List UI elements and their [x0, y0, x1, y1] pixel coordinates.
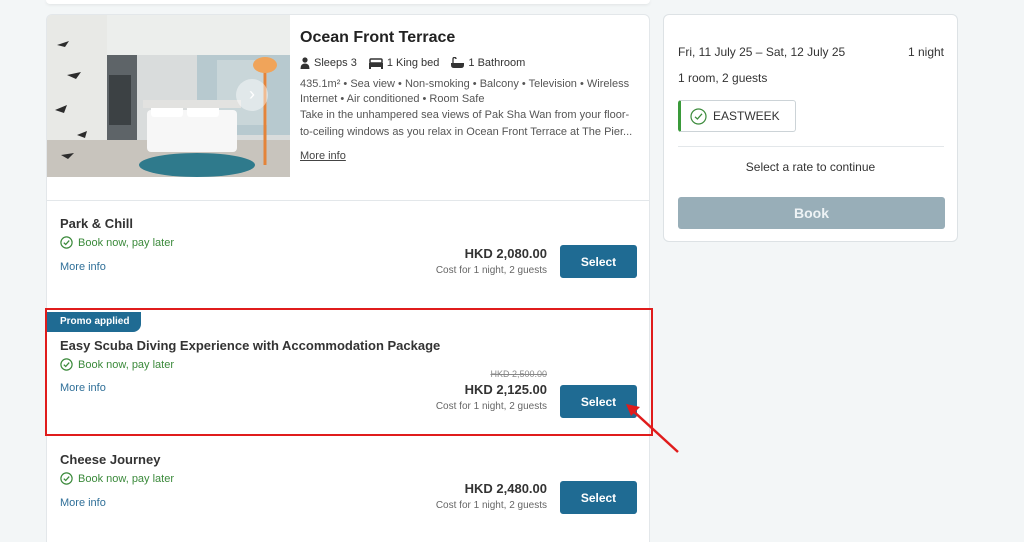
room-header: › Ocean Front Terrace Sleeps 3 1 King be… [47, 15, 649, 201]
pay-later-label: Book now, pay later [78, 472, 175, 485]
rate-price-note: Cost for 1 night, 2 guests [435, 265, 547, 276]
check-circle-icon [690, 107, 707, 125]
booking-summary: Fri, 11 July 25 – Sat, 12 July 25 1 nigh… [663, 14, 958, 242]
feature-bathroom-label: 1 Bathroom [468, 57, 526, 69]
promo-code-chip: EASTWEEK [678, 100, 796, 132]
amenity: Room Safe [419, 93, 484, 105]
rate-price-block: HKD 2,480.00 Cost for 1 night, 2 guests [436, 481, 547, 511]
rate-option-park-chill: Park & Chill Book now, pay later More in… [47, 202, 649, 308]
summary-hint: Select a rate to continue [745, 160, 876, 174]
room-photo[interactable]: › [47, 15, 290, 177]
chevron-right-icon[interactable]: › [236, 79, 268, 111]
rate-price-note: Cost for 1 night, 2 guests [435, 500, 547, 511]
room-info: Ocean Front Terrace Sleeps 3 1 King bed … [300, 29, 640, 164]
check-circle-icon [60, 236, 73, 249]
select-rate-button[interactable]: Select [560, 481, 637, 514]
feature-bed: 1 King bed [368, 57, 440, 69]
amenity: Television [519, 78, 577, 90]
annotation-arrow-icon [626, 404, 679, 453]
amenity: Non-smoking [395, 78, 470, 90]
room-features: Sleeps 3 1 King bed 1 Bathroom [300, 57, 640, 69]
pay-later-badge: Book now, pay later [60, 358, 174, 371]
amenity: Sea view [340, 78, 395, 90]
room-description: Take in the unhampered sea views of Pak … [300, 109, 633, 138]
bed-icon [368, 57, 383, 69]
pay-later-label: Book now, pay later [78, 358, 175, 371]
rate-name: Easy Scuba Diving Experience with Accomm… [60, 338, 441, 353]
rate-name: Cheese Journey [60, 452, 161, 467]
summary-divider [678, 146, 944, 147]
rate-original-price: HKD 2,500.00 [490, 369, 547, 379]
feature-sleeps-label: Sleeps 3 [314, 57, 357, 69]
rate-price-block: HKD 2,080.00 Cost for 1 night, 2 guests [436, 246, 547, 276]
rate-price-note: Cost for 1 night, 2 guests [435, 401, 547, 412]
amenity: Air conditioned [337, 93, 419, 105]
feature-sleeps: Sleeps 3 [300, 57, 357, 69]
pay-later-badge: Book now, pay later [60, 472, 174, 485]
bathtub-icon [451, 57, 465, 68]
room-card: › Ocean Front Terrace Sleeps 3 1 King be… [46, 14, 650, 542]
rate-option-scuba-package: Promo applied Easy Scuba Diving Experien… [47, 312, 649, 440]
summary-guests: 1 room, 2 guests [678, 71, 768, 85]
rate-option-cheese-journey: Cheese Journey Book now, pay later More … [47, 440, 649, 542]
summary-dates: Fri, 11 July 25 – Sat, 12 July 25 [678, 45, 846, 59]
room-amenities: 435.1m²Sea viewNon-smokingBalconyTelevis… [300, 77, 640, 107]
rate-name: Park & Chill [60, 216, 133, 231]
rate-price: HKD 2,480.00 [464, 481, 547, 496]
amenity: Balcony [470, 78, 519, 90]
rate-more-info-link[interactable]: More info [60, 261, 106, 273]
room-more-info-link[interactable]: More info [300, 150, 346, 162]
previous-card-edge [46, 0, 650, 4]
feature-bed-label: 1 King bed [386, 57, 440, 69]
amenity: 435.1m² [300, 78, 341, 90]
check-circle-icon [60, 358, 73, 371]
rate-price-block: HKD 2,500.00 HKD 2,125.00 Cost for 1 nig… [436, 369, 547, 412]
rate-price: HKD 2,125.00 [464, 382, 547, 397]
rate-more-info-link[interactable]: More info [60, 497, 106, 509]
promo-applied-badge: Promo applied [47, 312, 142, 332]
select-rate-button[interactable]: Select [560, 245, 637, 278]
rate-price: HKD 2,080.00 [464, 246, 547, 261]
promo-code-label: EASTWEEK [713, 109, 780, 123]
rate-more-info-link[interactable]: More info [60, 382, 106, 394]
person-icon [300, 57, 310, 69]
book-button[interactable]: Book [678, 197, 945, 229]
pay-later-badge: Book now, pay later [60, 236, 174, 249]
check-circle-icon [60, 472, 73, 485]
summary-nights: 1 night [907, 45, 944, 59]
room-title: Ocean Front Terrace [300, 29, 456, 46]
feature-bathroom: 1 Bathroom [451, 57, 525, 69]
pay-later-label: Book now, pay later [78, 236, 175, 249]
